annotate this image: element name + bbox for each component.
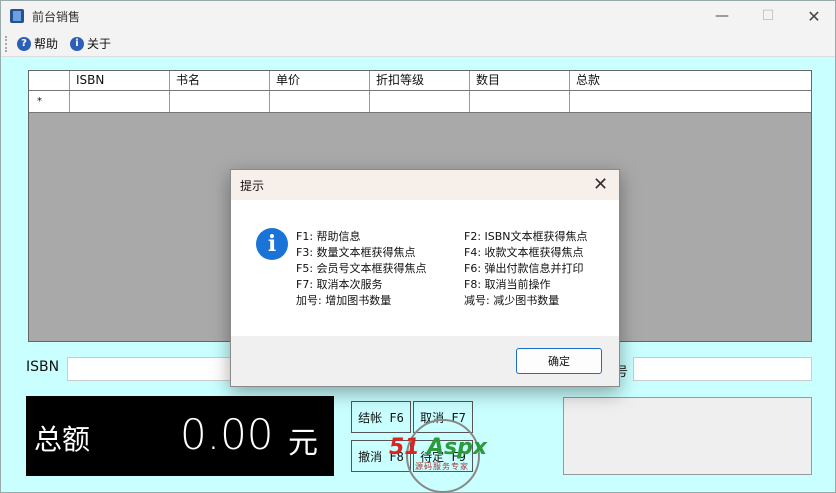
shortcut-line: F6: 弹出付款信息并打印: [464, 262, 584, 275]
member-info-box: [563, 397, 812, 475]
undo-button[interactable]: 撤消 F8: [351, 440, 411, 472]
grid-header-quantity[interactable]: 数目: [470, 71, 570, 90]
grid-header-discount[interactable]: 折扣等级: [370, 71, 470, 90]
cancel-button[interactable]: 取消 F7: [413, 401, 473, 433]
total-unit: 元: [288, 426, 318, 461]
grid-cell[interactable]: [470, 91, 570, 112]
menu-about[interactable]: i 关于: [67, 34, 114, 54]
menu-help[interactable]: ? 帮助: [14, 34, 61, 54]
menu-help-label: 帮助: [34, 37, 59, 51]
menu-grip: [5, 35, 8, 52]
help-icon: ?: [17, 36, 31, 51]
hint-dialog: 提示 ✕ i F1: 帮助信息 F3: 数量文本框获得焦点 F5: 会员号文本框…: [230, 169, 620, 387]
shortcut-line: F4: 收款文本框获得焦点: [464, 246, 584, 259]
payment-input[interactable]: [633, 357, 812, 381]
app-icon: [10, 9, 24, 23]
dialog-title: 提示: [240, 179, 265, 193]
grid-header: ISBN 书名 单价 折扣等级 数目 总款: [29, 71, 811, 91]
main-window: 前台销售 — ☐ ✕ ? 帮助 i 关于 ISBN 书名 单价 折扣等级 数目 …: [0, 0, 836, 493]
information-icon: i: [256, 228, 288, 260]
title-bar: 前台销售 — ☐ ✕: [1, 1, 835, 31]
shortcut-line: F2: ISBN文本框获得焦点: [464, 230, 588, 243]
shortcut-line: F1: 帮助信息: [296, 230, 361, 243]
total-display: 总额 0.00 元: [26, 396, 334, 476]
isbn-input[interactable]: [67, 357, 237, 381]
dialog-title-bar: 提示 ✕: [231, 170, 619, 200]
grid-cell[interactable]: [170, 91, 270, 112]
shortcut-list-left: F1: 帮助信息 F3: 数量文本框获得焦点 F5: 会员号文本框获得焦点 F7…: [296, 229, 427, 309]
new-row-marker: *: [29, 91, 70, 112]
info-icon: i: [70, 36, 85, 51]
shortcut-list-right: F2: ISBN文本框获得焦点 F4: 收款文本框获得焦点 F6: 弹出付款信息…: [464, 229, 588, 309]
grid-cell[interactable]: [570, 91, 811, 112]
grid-header-isbn[interactable]: ISBN: [70, 71, 170, 90]
window-title: 前台销售: [32, 9, 81, 24]
dialog-footer: 确定: [231, 336, 619, 386]
grid-cell[interactable]: [70, 91, 170, 112]
shortcut-line: F5: 会员号文本框获得焦点: [296, 262, 427, 275]
total-label: 总额: [34, 423, 91, 456]
ok-button[interactable]: 确定: [516, 348, 602, 374]
table-row[interactable]: *: [29, 91, 811, 113]
shortcut-line: F3: 数量文本框获得焦点: [296, 246, 416, 259]
menu-bar: ? 帮助 i 关于: [1, 31, 835, 57]
grid-header-title[interactable]: 书名: [170, 71, 270, 90]
menu-about-label: 关于: [87, 37, 112, 51]
minimize-button[interactable]: —: [699, 1, 745, 31]
shortcut-line: F8: 取消当前操作: [464, 278, 551, 291]
shortcut-line: F7: 取消本次服务: [296, 278, 383, 291]
shortcut-line: 减号: 减少图书数量: [464, 294, 560, 307]
grid-cell[interactable]: [370, 91, 470, 112]
checkout-button[interactable]: 结帐 F6: [351, 401, 411, 433]
isbn-label: ISBN: [26, 359, 60, 375]
maximize-button[interactable]: ☐: [745, 1, 791, 31]
shortcut-line: 加号: 增加图书数量: [296, 294, 392, 307]
grid-header-price[interactable]: 单价: [270, 71, 370, 90]
grid-cell[interactable]: [270, 91, 370, 112]
pending-button[interactable]: 待定 F9: [413, 440, 473, 472]
total-value: 0.00: [180, 410, 274, 459]
grid-header-corner: [29, 71, 70, 90]
grid-header-total[interactable]: 总款: [570, 71, 811, 90]
close-button[interactable]: ✕: [791, 1, 836, 31]
dialog-close-icon[interactable]: ✕: [593, 174, 608, 195]
